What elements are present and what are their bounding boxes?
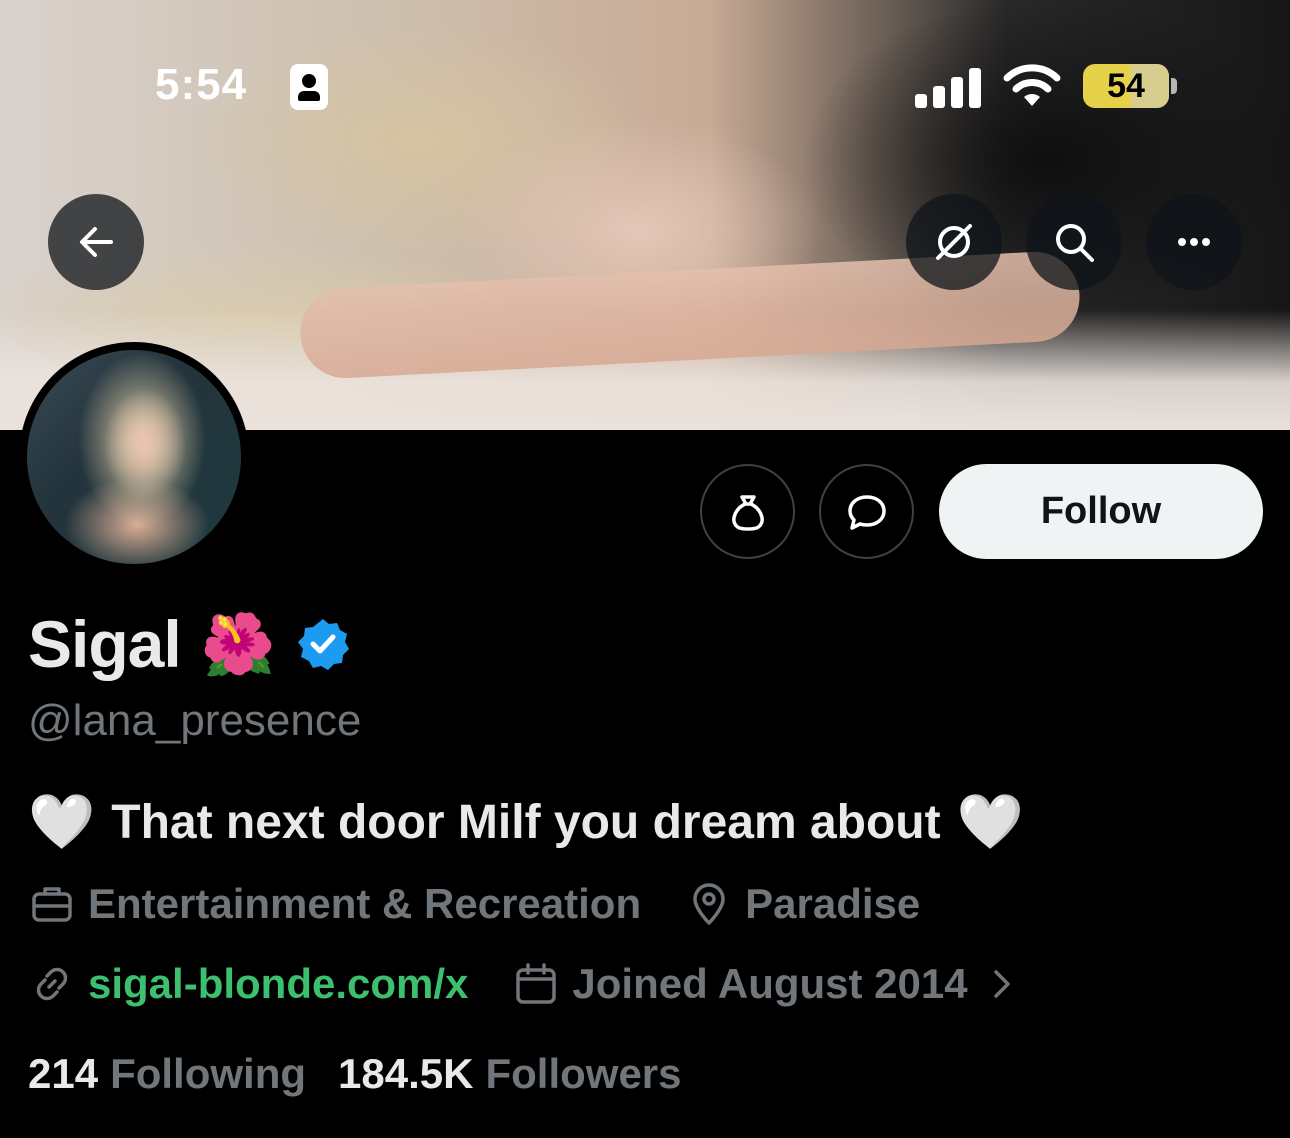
battery-nub	[1171, 78, 1177, 94]
location-pin-icon	[693, 883, 725, 925]
follow-stats: 214 Following 184.5K Followers	[28, 1050, 682, 1098]
profile-meta-row-2: sigal-blonde.com/x Joined August 2014	[28, 960, 1026, 1008]
search-icon	[1056, 224, 1094, 262]
grok-button[interactable]	[906, 194, 1002, 290]
message-button[interactable]	[819, 464, 914, 559]
message-bubble-icon	[847, 494, 886, 530]
followers-label: Followers	[485, 1050, 682, 1097]
verified-badge-icon[interactable]	[295, 616, 351, 672]
username-handle: @lana_presence	[28, 696, 362, 745]
followers-stat[interactable]: 184.5K Followers	[338, 1050, 681, 1098]
status-time: 5:54	[155, 60, 248, 109]
white-heart-emoji: 🤍	[956, 790, 1024, 853]
cellular-signal-icon	[915, 66, 983, 108]
following-count: 214	[28, 1050, 99, 1097]
calendar-icon	[516, 963, 557, 1004]
joined-date[interactable]: Joined August 2014	[572, 960, 967, 1008]
avatar[interactable]	[19, 342, 249, 572]
profile-category[interactable]: Entertainment & Recreation	[88, 880, 641, 928]
back-button[interactable]	[48, 194, 144, 290]
avatar-image	[27, 350, 241, 564]
following-label: Following	[110, 1050, 307, 1097]
tip-button[interactable]	[700, 464, 795, 559]
profile-location: Paradise	[745, 880, 921, 927]
name-row: Sigal 🌺	[28, 604, 351, 684]
briefcase-icon	[32, 887, 72, 922]
slash-circle-icon	[936, 224, 972, 260]
search-button[interactable]	[1026, 194, 1122, 290]
white-heart-emoji: 🤍	[28, 790, 96, 853]
focus-id-icon	[290, 64, 328, 110]
battery-indicator: 54	[1083, 64, 1169, 108]
arrow-left-icon	[80, 227, 113, 257]
following-stat[interactable]: 214 Following	[28, 1050, 306, 1098]
more-dots-icon	[1178, 238, 1210, 246]
bio: 🤍 That next door Milf you dream about 🤍	[28, 790, 1024, 854]
follow-button[interactable]: Follow	[939, 464, 1263, 559]
display-name: Sigal	[28, 607, 182, 681]
more-button[interactable]	[1146, 194, 1242, 290]
website-link[interactable]: sigal-blonde.com/x	[88, 960, 468, 1008]
wifi-icon	[1003, 64, 1061, 106]
followers-count: 184.5K	[338, 1050, 474, 1097]
bio-text: That next door Milf you dream about	[111, 795, 941, 849]
battery-level: 54	[1107, 67, 1145, 105]
chevron-right-icon[interactable]	[978, 960, 1026, 1008]
profile-meta-row: Entertainment & Recreation Paradise	[28, 880, 920, 928]
link-icon	[36, 967, 68, 1001]
hibiscus-emoji: 🌺	[200, 609, 276, 680]
money-bag-icon	[731, 494, 764, 531]
